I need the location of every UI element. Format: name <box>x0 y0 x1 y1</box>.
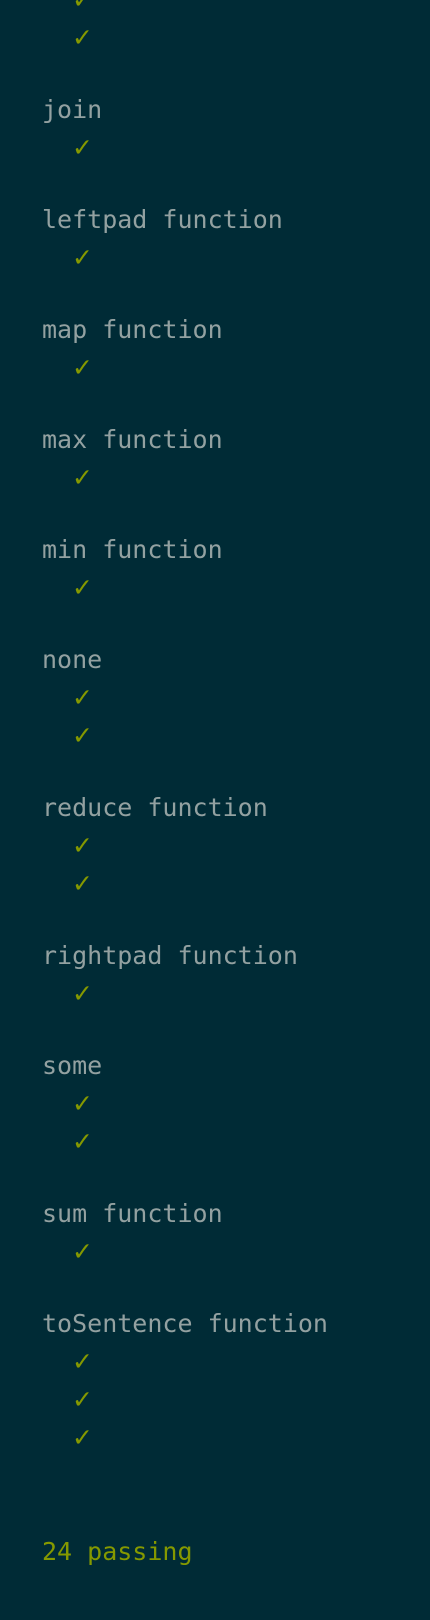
check-icon: ✓ <box>72 683 93 712</box>
passing-summary: 24 passing <box>42 1537 193 1566</box>
check-icon: ✓ <box>72 133 93 162</box>
suite-title: toSentence function <box>42 1309 328 1338</box>
suite-title: none <box>42 645 103 674</box>
suite-title: map function <box>42 315 223 344</box>
check-icon: ✓ <box>72 1347 93 1376</box>
check-icon: ✓ <box>72 0 93 15</box>
check-icon: ✓ <box>72 353 93 382</box>
check-icon: ✓ <box>72 1385 93 1414</box>
check-icon: ✓ <box>72 1127 93 1156</box>
suite-title: sum function <box>42 1199 223 1228</box>
suite-title: join <box>42 95 103 124</box>
check-icon: ✓ <box>72 1089 93 1118</box>
terminal-output: ✓ ✓ join ✓ leftpad function ✓ map function ✓ max… <box>0 0 430 1620</box>
check-icon: ✓ <box>72 573 93 602</box>
suite-title: min function <box>42 535 223 564</box>
suite-title: some <box>42 1051 103 1080</box>
check-icon: ✓ <box>72 721 93 750</box>
check-icon: ✓ <box>72 979 93 1008</box>
check-icon: ✓ <box>72 243 93 272</box>
suite-title: rightpad function <box>42 941 298 970</box>
check-icon: ✓ <box>72 1237 93 1266</box>
check-icon: ✓ <box>72 463 93 492</box>
check-icon: ✓ <box>72 1423 93 1452</box>
suite-title: max function <box>42 425 223 454</box>
suite-title: reduce function <box>42 793 268 822</box>
check-icon: ✓ <box>72 23 93 52</box>
suite-title: leftpad function <box>42 205 283 234</box>
check-icon: ✓ <box>72 831 93 860</box>
check-icon: ✓ <box>72 869 93 898</box>
